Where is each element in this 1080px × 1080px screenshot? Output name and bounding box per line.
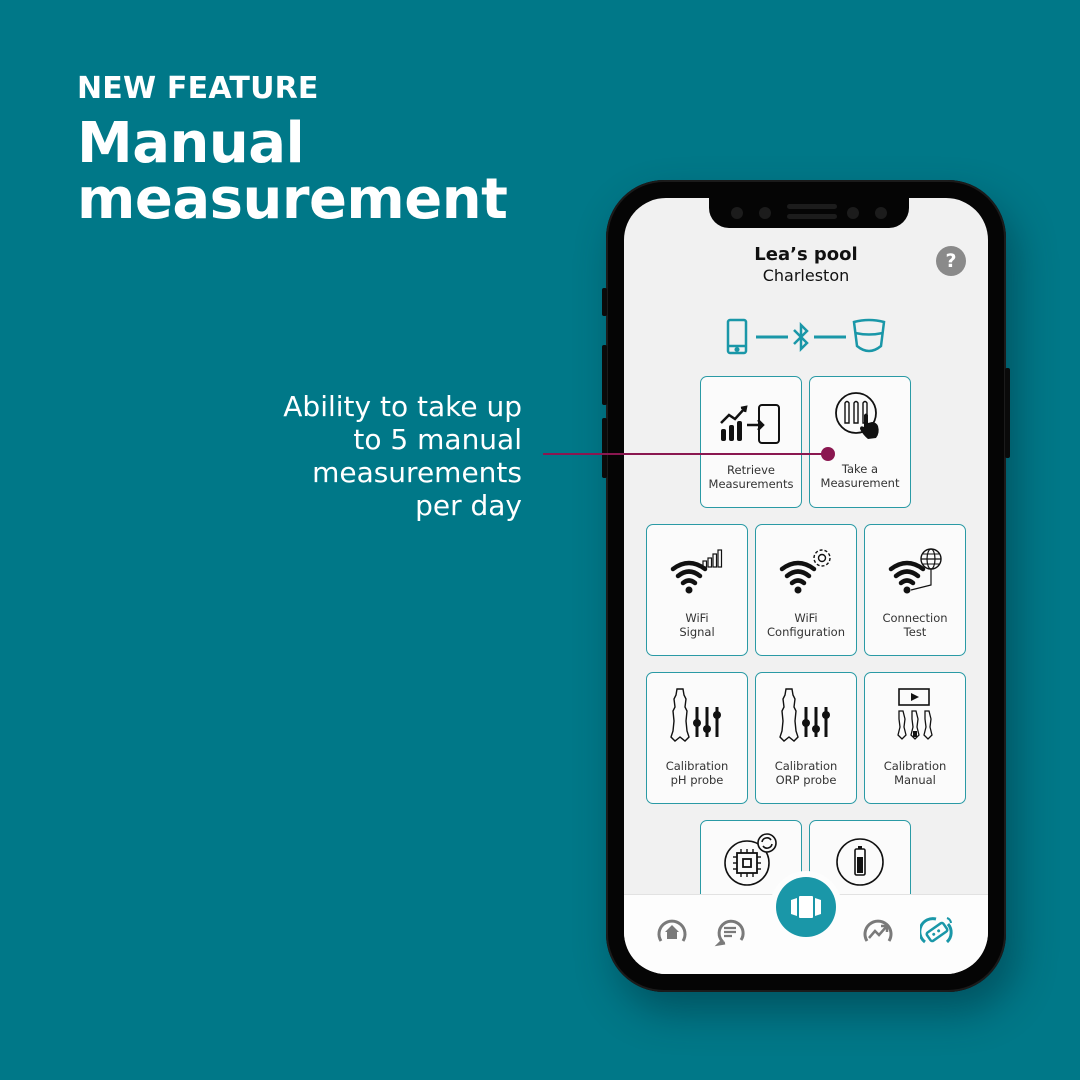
phone-volume-up [602,345,607,405]
feature-title-line1: Manual [77,111,305,176]
wifi-signal-icon [647,547,747,597]
tile-calibration-orp[interactable]: Calibration ORP probe [755,672,857,804]
connection-test-icon [865,547,965,597]
tile-label: WiFi Signal [679,611,715,639]
trend-icon [863,919,893,942]
smartphone-icon [726,318,748,355]
tile-wifi-configuration[interactable]: WiFi Configuration [755,524,857,656]
help-button[interactable]: ? [936,246,966,276]
phone-volume-down [602,418,607,478]
tile-label: Connection Test [882,611,948,639]
nav-remote-button[interactable] [918,915,953,947]
tile-take-measurement[interactable]: Take a Measurement [809,376,911,508]
tile-label: Calibration ORP probe [774,759,838,787]
tile-retrieve-measurements[interactable]: Retrieve Measurements [700,376,802,508]
calibration-orp-icon [756,685,856,742]
remote-settings-icon [918,917,953,944]
pool-sensor-icon [852,318,886,353]
feature-title: Manual measurement [77,111,508,232]
nav-messages-button[interactable] [714,915,746,947]
home-icon [657,919,687,942]
calibration-manual-icon [865,685,965,740]
tile-label: WiFi Configuration [767,611,845,639]
eyebrow-label: NEW FEATURE [77,71,319,106]
calibration-ph-icon [647,685,747,742]
pool-location: Charleston [762,266,850,285]
callout-connector-line [543,453,828,455]
tile-calibration-manual[interactable]: Calibration Manual [864,672,966,804]
callout-line-1: Ability to take up [283,390,522,423]
retrieve-measurements-icon [701,399,801,449]
device-center-icon [791,896,821,918]
callout-line-4: per day [415,489,522,522]
feature-callout: Ability to take up to 5 manual measureme… [232,390,522,522]
phone-mute-switch [602,288,607,316]
chat-icon [714,919,745,947]
nav-trends-button[interactable] [862,915,894,947]
wifi-configuration-icon [756,547,856,597]
callout-connector-dot [821,447,835,461]
tile-connection-test[interactable]: Connection Test [864,524,966,656]
headline: NEW FEATURE Manual measurement [77,70,508,232]
pool-name: Lea’s pool [754,244,858,265]
phone-mockup: Lea’s pool Charleston ? Retrieve Measure… [602,180,1010,992]
tile-label: Retrieve Measurements [708,463,794,491]
take-measurement-icon [810,391,910,441]
app-screen: Lea’s pool Charleston ? Retrieve Measure… [624,198,988,974]
callout-line-2: to 5 manual [353,423,522,456]
phone-notch [709,198,909,228]
connection-status [724,318,888,356]
tile-wifi-signal[interactable]: WiFi Signal [646,524,748,656]
feature-title-line2: measurement [77,167,508,232]
callout-line-3: measurements [312,456,522,489]
bluetooth-icon [793,321,809,353]
tile-calibration-ph[interactable]: Calibration pH probe [646,672,748,804]
tile-label: Calibration pH probe [665,759,729,787]
nav-device-center-button[interactable] [776,877,836,937]
nav-home-button[interactable] [656,915,688,947]
tile-label: Calibration Manual [883,759,947,787]
bottom-navigation [624,871,988,974]
tile-label: Take a Measurement [820,462,900,490]
phone-power-button [1005,368,1010,458]
